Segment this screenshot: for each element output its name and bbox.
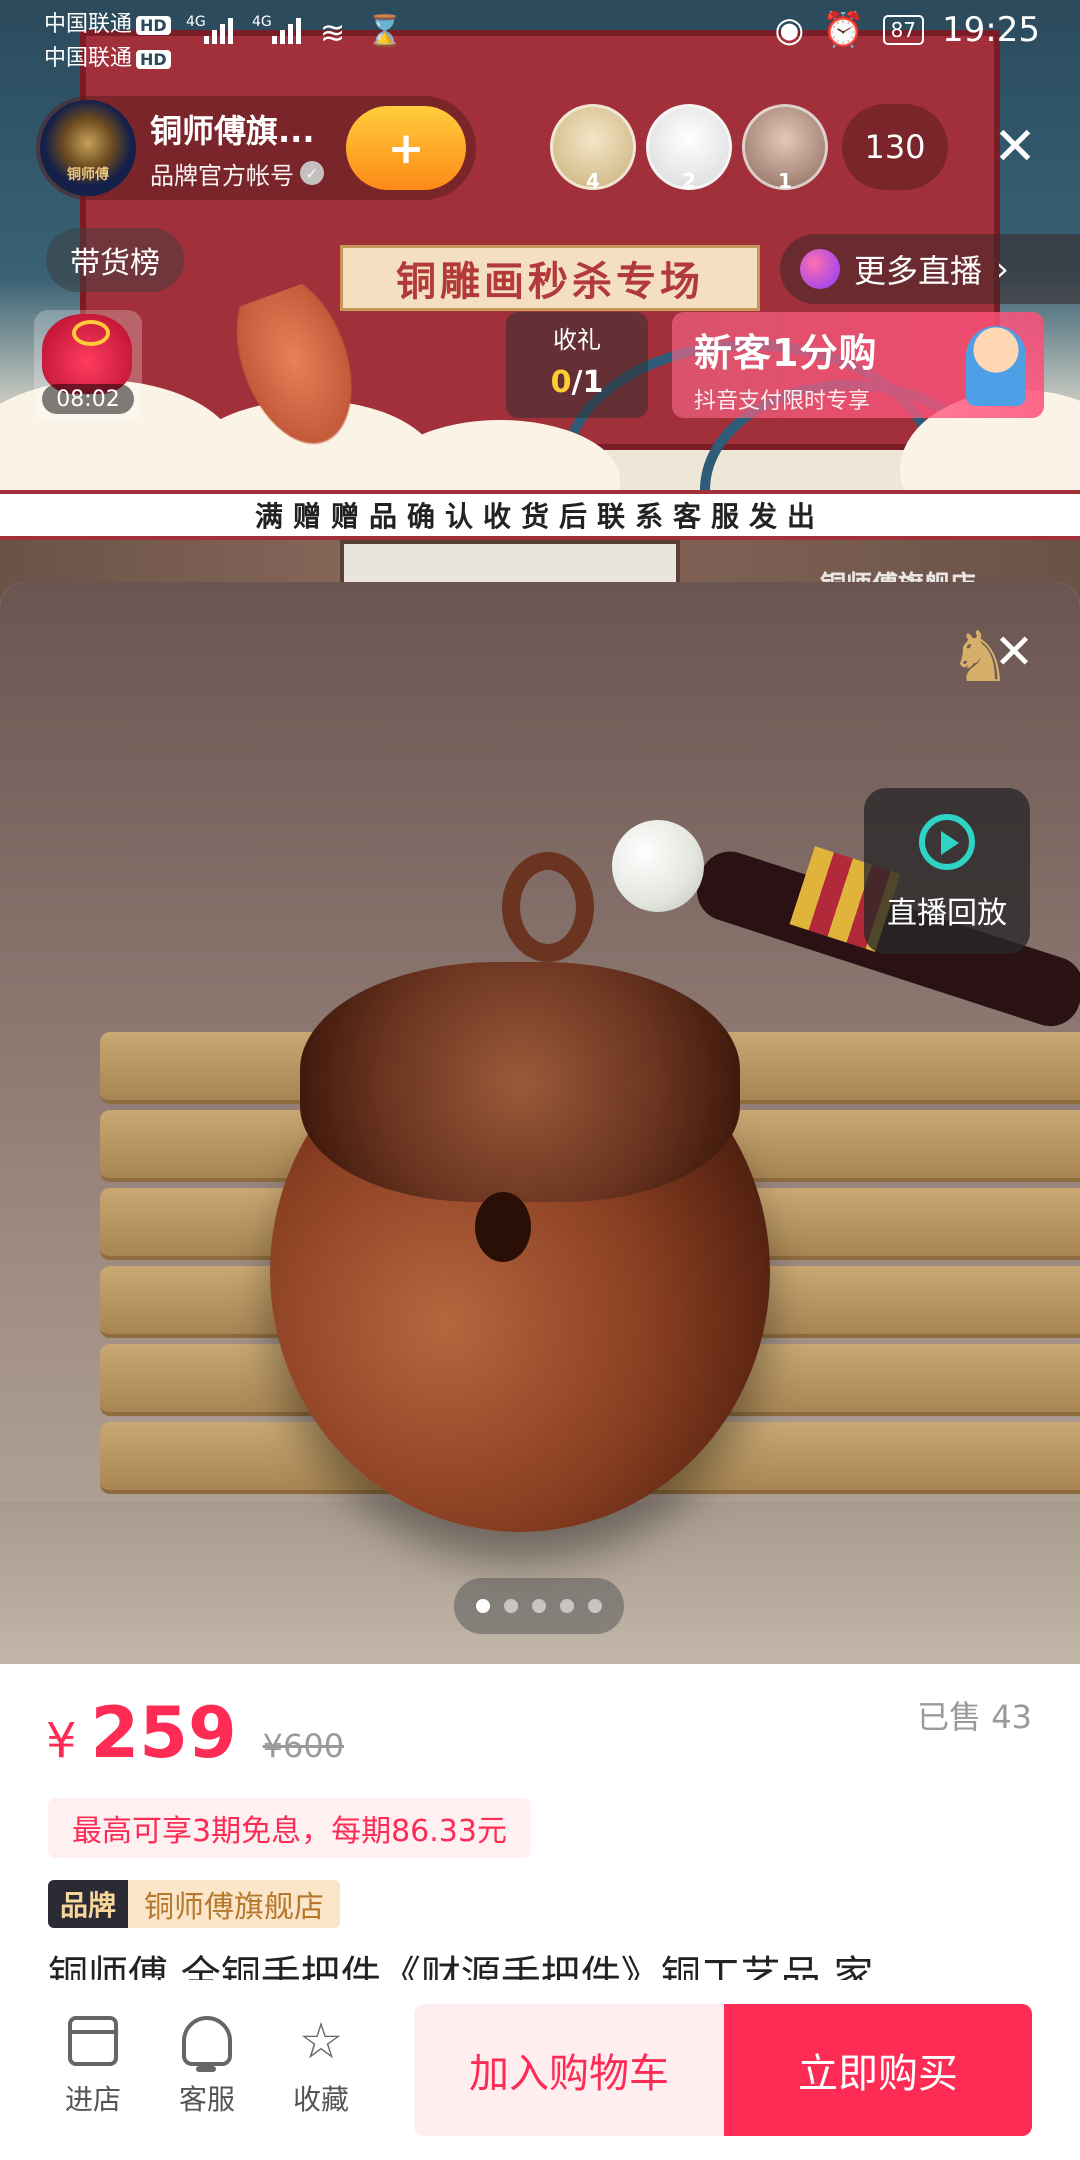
carrier-2: 中国联通 HD (44, 40, 171, 72)
more-live-label: 更多直播 (854, 252, 983, 290)
pager-dot[interactable] (560, 1599, 574, 1613)
anchor-subtitle: 品牌官方帐号 (150, 161, 294, 190)
promo-title: 铜雕画秒杀专场 (340, 245, 760, 311)
anchor-name: 铜师傅旗... (150, 111, 315, 150)
newbie-offer-banner[interactable]: 新客1分购 抖音支付限时专享 (672, 312, 1044, 418)
sale-price: 259 (90, 1692, 237, 1774)
anchor-avatar[interactable]: 铜师傅 (40, 100, 136, 196)
pager-dot[interactable] (588, 1599, 602, 1613)
brand-tag: 品牌 (48, 1880, 129, 1928)
live-replay-label: 直播回放 (887, 896, 1007, 931)
gift-bag-timer[interactable]: 08:02 (34, 310, 142, 422)
bottom-action-bar: 进店 客服 ☆ 收藏 加入购物车 立即购买 (0, 1980, 1080, 2160)
plus-icon: + (387, 122, 425, 174)
carrier-name: 中国联通 (44, 12, 133, 37)
gift-countdown: 08:02 (42, 384, 134, 414)
star-icon: ☆ (298, 2012, 344, 2070)
close-live-icon[interactable]: ✕ (990, 121, 1040, 173)
status-bar: 中国联通 HD 中国联通 HD 4G 4G ≋ ⌛ ◉ ⏰ 87 19:25 (0, 0, 1080, 72)
signal-icon (204, 18, 233, 44)
gift-notice: 满赠赠品确认收货后联系客服发出 (0, 490, 1080, 540)
clock-time: 19:25 (942, 10, 1040, 50)
pager-dot[interactable] (504, 1599, 518, 1613)
receive-gift-current: 0 (550, 365, 572, 400)
network-type: 4G (186, 14, 206, 30)
original-price: ¥600 (262, 1727, 345, 1765)
pendant-loop (502, 852, 594, 962)
lion-head-carving (300, 962, 740, 1202)
service-nav-button[interactable]: 客服 (162, 2016, 252, 2118)
jade-bead (612, 820, 704, 912)
close-sheet-icon[interactable]: ✕ (990, 628, 1038, 676)
store-label: 进店 (64, 2083, 121, 2116)
viewer-rank: 4 (586, 169, 600, 193)
receive-gift-label: 收礼 (553, 326, 601, 354)
signal-icon (272, 18, 301, 44)
store-nav-button[interactable]: 进店 (48, 2016, 138, 2118)
top-viewer-avatar[interactable]: 1 (742, 104, 828, 193)
receive-gift-progress: 0/1 (506, 365, 648, 400)
follow-button[interactable]: + (346, 106, 466, 190)
product-title: 铜师傅 全铜手把件《财源手把件》铜工艺品 家 (48, 1953, 874, 1984)
top-viewer-avatar[interactable]: 4 (550, 104, 636, 193)
service-label: 客服 (178, 2083, 235, 2116)
favorite-label: 收藏 (292, 2083, 349, 2116)
alarm-icon: ⏰ (822, 10, 865, 50)
wifi-icon: ≋ (320, 16, 346, 51)
pendant-mouth-hole (475, 1192, 531, 1262)
carrier-1: 中国联通 HD (44, 6, 171, 38)
anchor-logo-mark: 铜师傅 (67, 167, 109, 183)
viewer-rank: 2 (682, 169, 696, 193)
product-sheet: ♞ ✕ 直播回放 ¥ 259 ¥600 已售 43 最高可享3期免息，每期86.… (0, 582, 1080, 2160)
viewer-count[interactable]: 130 (842, 104, 948, 190)
receive-gift-widget[interactable]: 收礼 0/1 (506, 312, 648, 418)
anchor-subtitle-row: 品牌官方帐号 ✓ (150, 156, 324, 191)
brand-row[interactable]: 品牌 铜师傅旗舰店 (48, 1880, 341, 1928)
receive-gift-total: /1 (571, 365, 604, 400)
top-viewer-avatar[interactable]: 2 (646, 104, 732, 193)
add-to-cart-button[interactable]: 加入购物车 (414, 2004, 724, 2136)
anchor-info: 铜师傅旗... 品牌官方帐号 ✓ (150, 106, 324, 191)
status-right: ◉ ⏰ 87 19:25 (775, 10, 1040, 50)
pager-dot[interactable] (532, 1599, 546, 1613)
sold-count: 已售 43 (917, 1698, 1032, 1736)
favorite-nav-button[interactable]: ☆ 收藏 (276, 2016, 366, 2118)
hd-badge: HD (136, 50, 171, 69)
live-stream-background: 铜雕画秒杀专场 满赠赠品确认收货后联系客服发出 铜师傅旗舰店 (0, 0, 1080, 620)
mascot-icon (966, 326, 1026, 406)
gift-bag-icon (42, 314, 132, 394)
hd-badge: HD (136, 16, 171, 35)
brand-store-name: 铜师傅旗舰店 (128, 1880, 341, 1928)
installment-badge[interactable]: 最高可享3期免息，每期86.33元 (48, 1798, 531, 1858)
eye-icon: ◉ (774, 10, 805, 50)
hourglass-icon: ⌛ (366, 14, 404, 49)
verified-icon: ✓ (300, 161, 324, 185)
chevron-right-icon: › (996, 250, 1009, 288)
pager-dot[interactable] (476, 1599, 490, 1613)
battery-icon: 87 (882, 15, 925, 45)
anchor-info-pill[interactable]: 铜师傅 铜师傅旗... 品牌官方帐号 ✓ + (36, 96, 476, 200)
currency-symbol: ¥ (46, 1713, 77, 1769)
network-type: 4G (252, 14, 272, 30)
more-live-button[interactable]: 更多直播 › (780, 234, 1080, 304)
carrier-name: 中国联通 (44, 46, 133, 71)
buy-now-button[interactable]: 立即购买 (724, 2004, 1032, 2136)
headset-icon (182, 2016, 232, 2072)
sales-rank-button[interactable]: 带货榜 (46, 228, 184, 292)
viewer-rank: 1 (778, 169, 792, 193)
replay-icon (919, 814, 975, 870)
product-image[interactable]: ♞ ✕ 直播回放 (0, 582, 1080, 1664)
product-title-clip: 铜师傅 全铜手把件《财源手把件》铜工艺品 家 (48, 1948, 1038, 1984)
live-replay-button[interactable]: 直播回放 (864, 788, 1030, 954)
live-bubble-icon (800, 249, 840, 289)
image-pager[interactable] (454, 1578, 624, 1634)
store-icon (68, 2016, 118, 2066)
price-row: ¥ 259 ¥600 已售 43 (46, 1692, 1036, 1782)
